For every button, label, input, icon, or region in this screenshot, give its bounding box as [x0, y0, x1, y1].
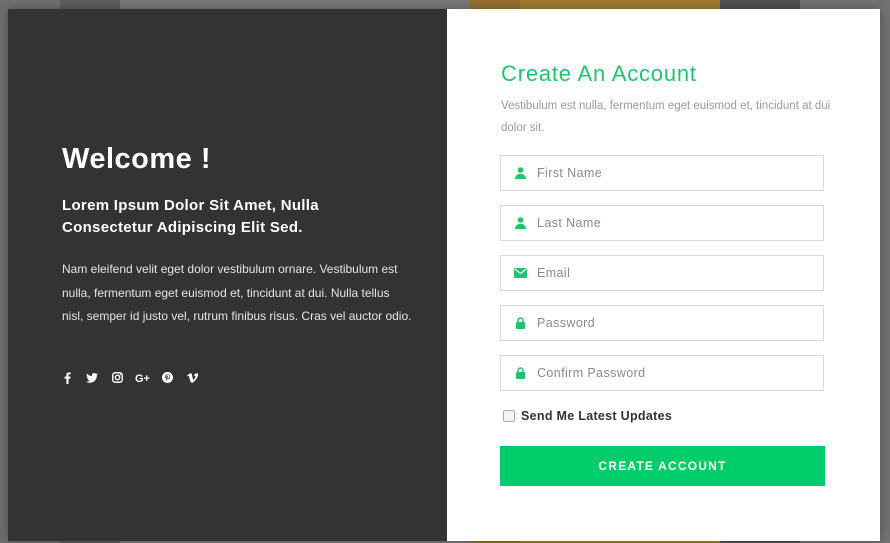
first-name-field[interactable]: [500, 155, 824, 191]
last-name-input[interactable]: [537, 216, 797, 230]
password-input[interactable]: [537, 316, 797, 330]
vimeo-icon[interactable]: [185, 372, 199, 388]
email-input[interactable]: [537, 266, 797, 280]
instagram-icon[interactable]: [110, 372, 124, 388]
user-icon: [514, 217, 527, 230]
updates-checkbox-label: Send Me Latest Updates: [521, 409, 673, 423]
welcome-description: Nam eleifend velit eget dolor vestibulum…: [62, 262, 412, 323]
google-plus-icon[interactable]: G+: [135, 372, 150, 388]
password-field[interactable]: [500, 305, 824, 341]
pinterest-icon[interactable]: [160, 372, 174, 388]
confirm-password-input[interactable]: [537, 366, 797, 380]
signup-form-panel: Create An Account Vestibulum est nulla, …: [447, 9, 880, 541]
form-subtitle: Vestibulum est nulla, fermentum eget eui…: [501, 100, 831, 134]
facebook-icon[interactable]: [60, 372, 74, 388]
svg-text:G+: G+: [135, 373, 150, 383]
form-title: Create An Account: [501, 61, 697, 86]
updates-checkbox-row[interactable]: Send Me Latest Updates: [503, 409, 672, 423]
envelope-icon: [514, 267, 527, 280]
user-icon: [514, 167, 527, 180]
welcome-tagline: Lorem Ipsum Dolor Sit Amet, Nulla Consec…: [62, 197, 319, 236]
lock-icon: [514, 317, 527, 330]
confirm-password-field[interactable]: [500, 355, 824, 391]
welcome-panel: Welcome ! Lorem Ipsum Dolor Sit Amet, Nu…: [8, 9, 447, 541]
first-name-input[interactable]: [537, 166, 797, 180]
welcome-heading: Welcome !: [62, 143, 212, 175]
twitter-icon[interactable]: [85, 372, 99, 388]
lock-icon: [514, 367, 527, 380]
updates-checkbox[interactable]: [503, 410, 515, 422]
social-links: G+: [60, 372, 199, 388]
email-field[interactable]: [500, 255, 824, 291]
signup-card: Welcome ! Lorem Ipsum Dolor Sit Amet, Nu…: [8, 9, 880, 541]
create-account-button[interactable]: CREATE ACCOUNT: [500, 446, 825, 486]
last-name-field[interactable]: [500, 205, 824, 241]
